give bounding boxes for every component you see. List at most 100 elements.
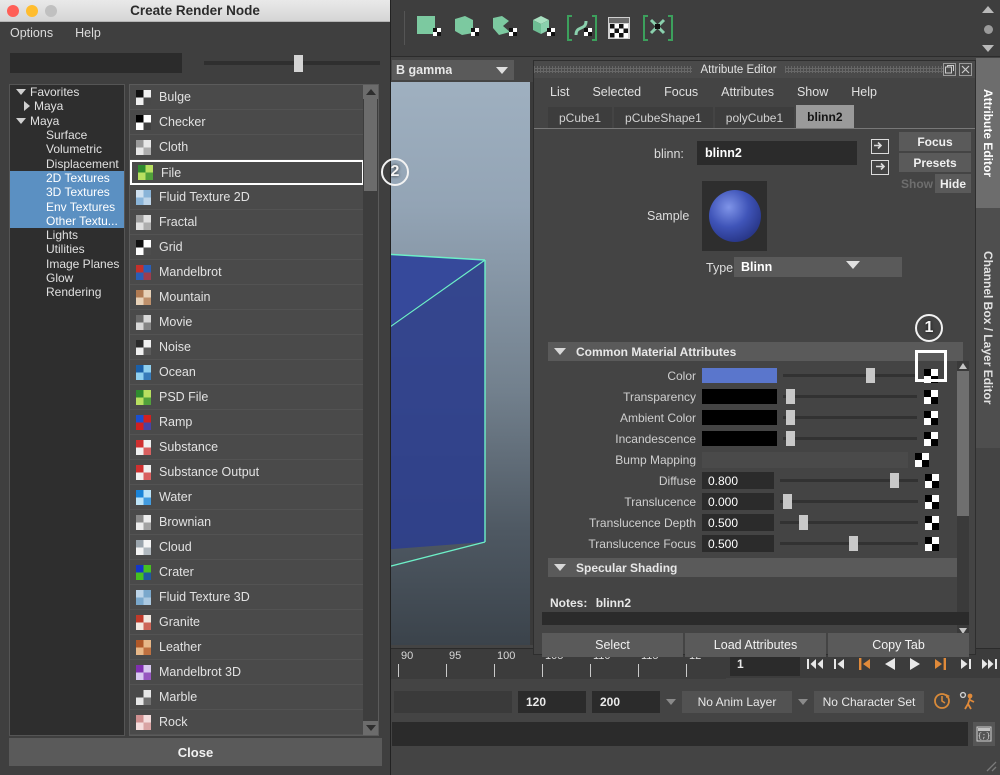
ae-tab-polyCube1[interactable]: polyCube1 (714, 107, 795, 128)
ae-menu-help[interactable]: Help (851, 85, 877, 99)
ae-menu-focus[interactable]: Focus (664, 85, 698, 99)
poly-shape-icon[interactable] (451, 11, 485, 45)
node-list-item[interactable]: Mandelbrot (130, 260, 364, 285)
collapse-arrow-icon[interactable] (554, 348, 566, 355)
curve-bracket-icon[interactable] (565, 11, 599, 45)
attribute-editor-menubar[interactable]: List Selected Focus Attributes Show Help (534, 78, 975, 106)
tree-item-volumetric[interactable]: Volumetric (10, 142, 124, 156)
section-common-material-attributes[interactable]: Common Material Attributes (548, 342, 963, 361)
tree-item-other-textu-[interactable]: Other Textu... (10, 213, 124, 228)
material-sample-swatch[interactable] (702, 181, 767, 251)
ae-menu-show[interactable]: Show (797, 85, 828, 99)
crn-menu-help[interactable]: Help (75, 26, 101, 40)
attribute-editor-node-tabs[interactable]: pCube1 pCubeShape1 polyCube1 blinn2 (534, 105, 975, 129)
auto-keyframe-icon[interactable] (932, 691, 952, 714)
range-slider[interactable] (394, 691, 512, 713)
slider-knob[interactable] (799, 515, 809, 530)
anim-layer-combo[interactable]: No Anim Layer (682, 691, 792, 713)
right-dock-tabs[interactable]: Attribute Editor Channel Box / Layer Edit… (976, 58, 1000, 658)
tree-item-lights[interactable]: Lights (10, 228, 124, 242)
attribute-value-field[interactable]: 0.500 (702, 535, 774, 552)
scroll-down-arrow[interactable] (982, 45, 994, 52)
tree-item-displacement[interactable]: Displacement (10, 156, 124, 171)
node-category-tree[interactable]: Favorites Maya Maya Surface Volumetric Displa… (9, 84, 125, 736)
drag-handle-dots[interactable] (534, 66, 693, 73)
attribute-slider[interactable] (780, 473, 918, 488)
node-list-item[interactable]: Granite (130, 610, 364, 635)
close-icon[interactable] (959, 63, 973, 76)
poly-shape2-icon[interactable] (489, 11, 523, 45)
map-button-incandescence[interactable] (924, 431, 938, 446)
node-name-field[interactable]: blinn2 (697, 141, 857, 165)
mel-command-input[interactable] (392, 722, 968, 746)
attribute-value-field[interactable]: 0.800 (702, 472, 774, 489)
tree-item-maya[interactable]: Maya (10, 114, 124, 128)
animation-preferences-icon[interactable] (958, 691, 978, 714)
animation-end-time-field[interactable]: 120 (518, 691, 586, 713)
tree-item-favorites[interactable]: Favorites (10, 85, 124, 99)
node-list-item[interactable]: Mountain (130, 285, 364, 310)
map-button-translucence-depth[interactable] (925, 515, 939, 530)
chevron-down-icon[interactable] (798, 699, 808, 705)
footer-button-select[interactable]: Select (542, 633, 683, 657)
window-traffic-lights[interactable] (7, 5, 57, 17)
node-list-item[interactable]: Ramp (130, 410, 364, 435)
node-list-item[interactable]: Movie (130, 310, 364, 335)
close-window-button[interactable] (7, 5, 19, 17)
attribute-slider[interactable] (780, 494, 918, 509)
create-render-node-menubar[interactable]: Options Help (0, 22, 390, 44)
attribute-slider[interactable] (783, 431, 917, 446)
scrollbar-thumb[interactable] (957, 371, 969, 516)
scroll-up-arrow[interactable] (982, 6, 994, 13)
node-list-item[interactable]: Ocean (130, 360, 364, 385)
window-resize-grip[interactable] (983, 758, 997, 772)
node-list-item[interactable]: Leather (130, 635, 364, 660)
input-connection-button[interactable] (871, 139, 889, 154)
node-list-item[interactable]: Fluid Texture 3D (130, 585, 364, 610)
scroll-down-arrow[interactable] (363, 721, 378, 735)
tree-item-glow[interactable]: Glow (10, 271, 124, 285)
slider-knob[interactable] (785, 431, 795, 446)
slider-knob[interactable] (866, 368, 876, 383)
dock-tab-attribute-editor[interactable]: Attribute Editor (976, 58, 1000, 208)
3d-viewport[interactable] (390, 82, 530, 645)
node-list-item[interactable]: Grid (130, 235, 364, 260)
tree-item-3d-textures[interactable]: 3D Textures (10, 185, 124, 200)
node-list-item[interactable]: Cloud (130, 535, 364, 560)
attribute-editor-titlebar[interactable]: Attribute Editor (534, 61, 975, 78)
map-button-bump-mapping[interactable] (915, 452, 929, 467)
slider-knob[interactable] (890, 473, 900, 488)
map-button-translucence[interactable] (925, 494, 939, 509)
slider-knob[interactable] (785, 389, 795, 404)
color-swatch-transparency[interactable] (702, 389, 777, 404)
character-set-combo[interactable]: No Character Set (814, 691, 924, 713)
node-list-item[interactable]: Substance Output (130, 460, 364, 485)
playback-end-time-field[interactable]: 200 (592, 691, 660, 713)
chevron-down-icon[interactable] (846, 261, 860, 269)
shelf-scroll-controls[interactable] (980, 6, 996, 52)
tree-item-image-planes[interactable]: Image Planes (10, 257, 124, 271)
node-list-item[interactable]: Fractal (130, 210, 364, 235)
slider-knob[interactable] (782, 494, 792, 509)
shelf-menu-dot-icon[interactable] (983, 24, 993, 34)
node-list-item[interactable]: Brownian (130, 510, 364, 535)
file-node-list-item[interactable]: File (130, 160, 364, 185)
tree-item-2d-textures[interactable]: 2D Textures (10, 170, 124, 186)
ae-menu-list[interactable]: List (550, 85, 569, 99)
icon-size-slider[interactable] (204, 54, 380, 72)
node-list-item[interactable]: Fluid Texture 2D (130, 185, 364, 210)
poly-cube-icon[interactable] (527, 11, 561, 45)
slider-knob[interactable] (293, 54, 303, 72)
slider-knob[interactable] (849, 536, 858, 551)
create-render-node-titlebar[interactable]: Create Render Node (0, 0, 390, 22)
close-button[interactable]: Close (9, 738, 382, 766)
attribute-slider[interactable] (780, 536, 918, 551)
material-type-combo[interactable]: Blinn (734, 257, 902, 277)
node-list-scrollbar[interactable] (363, 85, 378, 735)
ae-menu-attributes[interactable]: Attributes (721, 85, 774, 99)
zoom-window-button[interactable] (45, 5, 57, 17)
color-swatch-incandescence[interactable] (702, 431, 777, 446)
map-button-diffuse[interactable] (925, 473, 939, 488)
focus-button[interactable]: Focus (899, 132, 971, 151)
tree-item-env-textures[interactable]: Env Textures (10, 199, 124, 214)
